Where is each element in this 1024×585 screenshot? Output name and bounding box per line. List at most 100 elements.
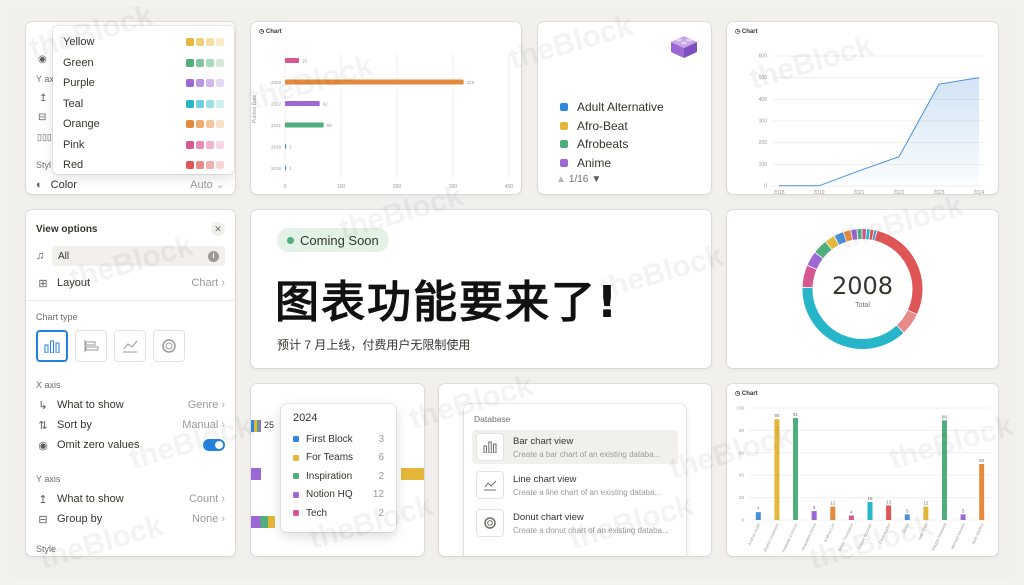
line-chart-svg: 0 100 200 300 400 500 600 2018 2019 2021 2022 2023 2…: [759, 54, 985, 194]
chart-type-donut[interactable]: [153, 330, 185, 362]
chart-tooltip: 2024 First Block 3 For Teams 6 Inspiration 2 N…: [281, 404, 396, 532]
donut-slice: [815, 241, 832, 259]
pager-up-icon[interactable]: ▲: [556, 174, 566, 185]
y-tick-label: 60: [739, 450, 745, 455]
legend-swatch: [560, 140, 568, 149]
color-swatch: [206, 58, 214, 67]
tooltip-label: Tech: [306, 507, 328, 519]
column-bar: [886, 505, 892, 520]
group-by-label: Group by: [57, 513, 103, 525]
bar-value-label: 319: [467, 80, 475, 85]
color-swatch: [206, 161, 214, 170]
horizontal-bar-icon: [84, 340, 99, 352]
close-icon[interactable]: ✕: [211, 222, 225, 236]
color-option-green[interactable]: Green: [63, 53, 224, 74]
color-option-teal[interactable]: Teal: [63, 94, 224, 115]
bar-chart-view-option[interactable]: Bar chart view Create a bar chart of an e…: [472, 430, 678, 464]
category-label: Cassie Kozman: [857, 522, 873, 550]
data-source-row[interactable]: ♫ All i: [36, 246, 225, 266]
legend-item[interactable]: Afrobeats: [560, 135, 700, 154]
color-swatch: [216, 120, 224, 129]
bar: [285, 144, 287, 149]
category-label: Derek: [901, 522, 910, 534]
option-desc: Create a line chart of an existing datab…: [513, 487, 662, 497]
chart-type-horizontal-bar[interactable]: [75, 330, 107, 362]
category-label: Andrea Lim: [822, 522, 835, 543]
column-bar: [941, 420, 947, 520]
group-icon: ⊟: [38, 513, 48, 526]
color-option-purple[interactable]: Purple: [63, 73, 224, 94]
color-setting-row[interactable]: ◐ Color Auto ⌄: [36, 178, 225, 192]
subline: 预计 7 月上线，付费用户无限制使用: [277, 338, 471, 352]
donut-total-label: Total: [855, 302, 870, 309]
y-tick-label: 200: [759, 140, 768, 146]
legend-item[interactable]: Afro-Beat: [560, 117, 700, 136]
color-swatches: [184, 74, 224, 92]
legend-item[interactable]: Adult Alternative: [560, 98, 700, 117]
color-option-red[interactable]: Red: [63, 155, 224, 176]
bar-value-label: 69: [327, 123, 333, 128]
color-swatch: [216, 58, 224, 67]
legend-label: Adult Alternative: [577, 100, 664, 115]
bar: [285, 122, 324, 128]
donut-slice: [896, 310, 917, 333]
x-what-to-show-row[interactable]: ↳ What to show Genre ›: [36, 396, 225, 414]
omit-zero-label: Omit zero values: [57, 439, 140, 451]
sort-by-value: Manual: [182, 419, 219, 431]
chart-type-line[interactable]: [114, 330, 146, 362]
announcement-card: Coming Soon 图表功能要来了! 预计 7 月上线，付费用户无限制使用: [251, 210, 711, 368]
database-menu-header: Database: [474, 414, 511, 424]
color-swatch: [216, 99, 224, 108]
table-icon: ⊟: [38, 112, 47, 123]
line-chart-view-option[interactable]: Line chart view Create a line chart of an…: [472, 468, 678, 502]
info-icon[interactable]: i: [208, 250, 219, 262]
color-setting-value: Auto: [190, 178, 213, 191]
y-what-to-show-row[interactable]: ↥ What to show Count ›: [36, 490, 225, 508]
color-swatch: [216, 79, 224, 88]
legend-list: Adult Alternative Afro-Beat Afrobeats Anime: [560, 98, 700, 172]
column-bar: [960, 514, 966, 520]
pager-down-icon[interactable]: ▼: [591, 174, 601, 185]
line-chart-icon: [123, 340, 138, 353]
bar-value-label: 1: [289, 166, 292, 171]
column-bar: [830, 506, 836, 520]
color-option-orange[interactable]: Orange: [63, 114, 224, 135]
color-option-pink[interactable]: Pink: [63, 135, 224, 156]
x-tick-label: 400: [505, 184, 514, 190]
chevron-right-icon: ›: [221, 513, 225, 525]
chevron-right-icon: ›: [221, 399, 225, 411]
coming-soon-badge: Coming Soon: [277, 228, 389, 252]
omit-zero-toggle[interactable]: [203, 439, 225, 451]
badge-text: Coming Soon: [300, 232, 379, 248]
chart-type-bar[interactable]: [36, 330, 68, 362]
legend-label: Afrobeats: [577, 137, 629, 152]
category-label: Chris Kaden: [878, 522, 892, 544]
x-tick-label: 300: [449, 184, 458, 190]
tooltip-label: Notion HQ: [306, 489, 353, 501]
column-value-label: 91: [793, 412, 799, 417]
tooltip-value: 6: [378, 452, 384, 464]
category-label: Andrew Keith: [747, 522, 762, 546]
color-swatch: [206, 79, 214, 88]
group-by-row[interactable]: ⊟ Group by None ›: [36, 510, 225, 528]
bar-chart-view-icon: [476, 433, 504, 461]
legend-label: Anime: [577, 155, 612, 170]
y-axis-label: Y axis: [36, 474, 61, 484]
color-swatch: [186, 140, 194, 149]
color-swatches: [184, 54, 224, 72]
color-swatch: [206, 99, 214, 108]
color-option-yellow[interactable]: Yellow: [63, 32, 224, 53]
sort-by-row[interactable]: ⇅ Sort by Manual ›: [36, 416, 225, 434]
column-bar: [979, 464, 985, 520]
status-dot-icon: [287, 236, 294, 244]
column-bar: [755, 512, 761, 520]
y-tick-label: 300: [759, 119, 768, 125]
layout-row[interactable]: ⊞ Layout Chart ›: [36, 274, 225, 292]
data-source-field[interactable]: All i: [52, 246, 225, 266]
omit-zero-row[interactable]: ◉ Omit zero values: [36, 436, 225, 454]
bar-segment: [251, 468, 261, 480]
column-value-label: 8: [813, 505, 816, 510]
legend-item[interactable]: Anime: [560, 154, 700, 173]
color-dropdown: Yellow Green Purple Teal Orange Pink Red: [53, 26, 234, 174]
donut-chart-view-option[interactable]: Donut chart view Create a donut chart of …: [472, 506, 678, 540]
